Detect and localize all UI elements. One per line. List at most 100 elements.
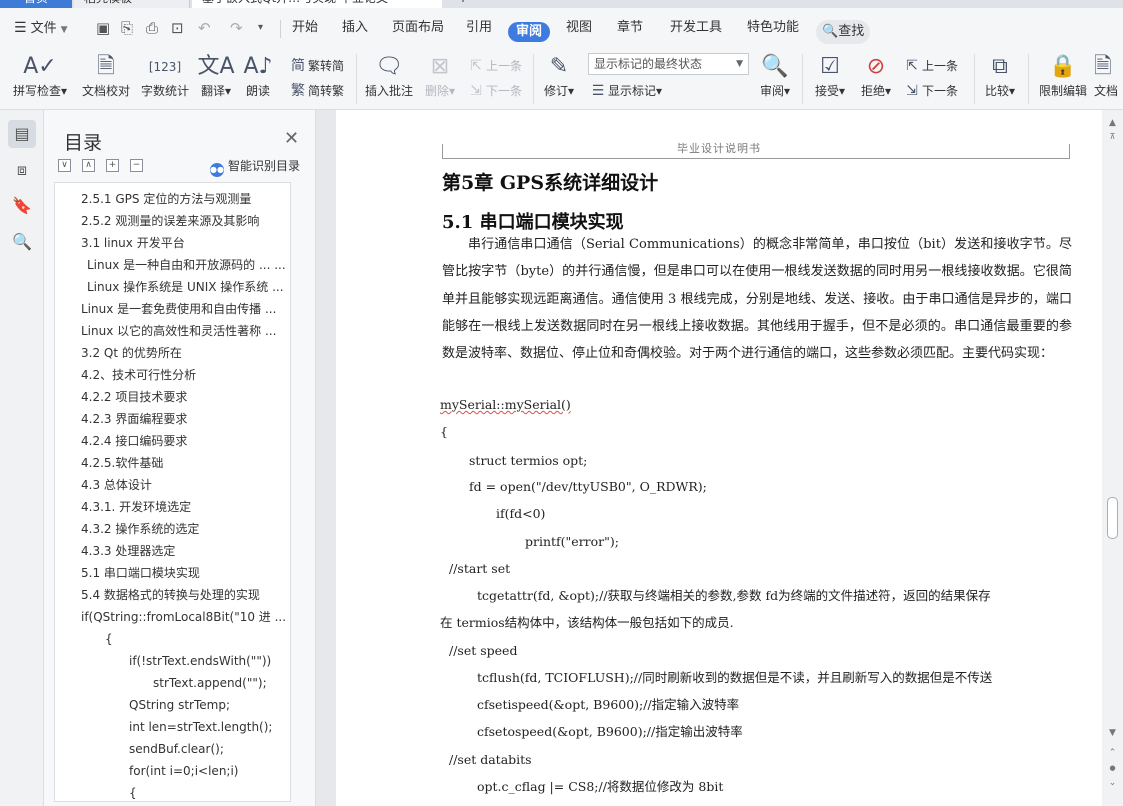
menu-review[interactable]: 审阅 xyxy=(508,22,551,42)
toc-panel: 目录 ✕ ∨ ∧ + − ●● 智能识别目录 2.5.1 GPS 定位的方法与观测… xyxy=(44,110,338,806)
menu-features[interactable]: 特色功能 xyxy=(747,8,799,48)
trad-to-simp-button[interactable]: 简繁转简 xyxy=(290,56,344,76)
compare-icon: ⧉ xyxy=(992,54,1008,79)
toc-item[interactable]: 4.2.2 项目技术要求 xyxy=(81,386,287,408)
prev-page-icon[interactable]: ⌃ xyxy=(1102,748,1123,758)
toc-item[interactable]: 5.4 数据格式的转换与处理的实现 xyxy=(81,584,287,606)
menu-reference[interactable]: 引用 xyxy=(466,8,492,48)
menu-page-layout[interactable]: 页面布局 xyxy=(392,8,444,48)
toc-panel-icon[interactable]: ▤ xyxy=(8,120,36,148)
toc-item[interactable]: { xyxy=(105,628,287,650)
menu-dev-tools[interactable]: 开发工具 xyxy=(670,8,722,48)
prev-comment-button[interactable]: ⇱ 上一条 xyxy=(468,56,522,76)
toc-item[interactable]: 3.1 linux 开发平台 xyxy=(81,232,287,254)
toc-item[interactable]: 4.2.3 界面编程要求 xyxy=(81,408,287,430)
prev-icon: ⇱ xyxy=(470,58,482,74)
scroll-down-icon[interactable]: ▼ xyxy=(1102,728,1123,738)
toc-item[interactable]: 4.2、技术可行性分析 xyxy=(81,364,287,386)
redo-icon[interactable]: ↷ xyxy=(230,8,243,48)
delete-comment-button[interactable]: ⊠ 删除▾ xyxy=(420,52,460,100)
bookmark-icon[interactable]: 🔖 xyxy=(8,192,36,220)
wordcount-button[interactable]: [123] 字数统计 xyxy=(138,52,192,100)
toc-item[interactable]: for(int i=0;i<len;i) xyxy=(129,760,287,782)
toc-item[interactable]: 2.5.2 观测量的误差来源及其影响 xyxy=(81,210,287,232)
review-pane-button[interactable]: 🔍 审阅▾ xyxy=(756,52,794,100)
scroll-top-icon[interactable]: ⊼ xyxy=(1102,132,1123,141)
code-line: cfsetospeed(&opt, B9600);//指定输出波特率 xyxy=(477,724,743,739)
spellcheck-button[interactable]: A✓ 拼写检查▾ xyxy=(10,52,70,100)
toc-item[interactable]: int len=strText.length(); xyxy=(129,716,287,738)
next-revision-button[interactable]: ⇲ 下一条 xyxy=(904,81,958,101)
export-icon[interactable]: ⎘ xyxy=(121,8,133,48)
show-markup-button[interactable]: ☰ 显示标记▾ xyxy=(590,81,662,101)
search-box[interactable]: 🔍查找 xyxy=(816,20,870,44)
toc-item[interactable]: 2.5.1 GPS 定位的方法与观测量 xyxy=(81,188,287,210)
toc-item[interactable]: Linux 是一种自由和开放源码的 ... ... xyxy=(87,254,287,276)
protect-doc-button[interactable]: 🗎 文档 xyxy=(1094,52,1123,100)
select-browse-icon[interactable]: ● xyxy=(1102,764,1123,772)
proofread-button[interactable]: 🗎 文档校对 xyxy=(78,52,134,100)
toc-item[interactable]: Linux 以它的高效性和灵活性著称 ... xyxy=(81,320,287,342)
menu-view[interactable]: 视图 xyxy=(566,8,592,48)
compare-button[interactable]: ⧉ 比较▾ xyxy=(980,52,1020,100)
preview-icon[interactable]: ⊡ xyxy=(171,8,184,48)
toc-item[interactable]: Linux 操作系统是 UNIX 操作系统 ... xyxy=(87,276,287,298)
find-icon[interactable]: 🔍 xyxy=(8,228,36,256)
close-icon[interactable]: ✕ xyxy=(284,128,299,149)
collapse-all-icon[interactable]: ∨ xyxy=(58,159,71,172)
toc-item[interactable]: 4.2.4 接口编码要求 xyxy=(81,430,287,452)
toc-item[interactable]: 4.3.1. 开发环境选定 xyxy=(81,496,287,518)
next-page-icon[interactable]: ⌄ xyxy=(1102,778,1123,788)
toc-item[interactable]: 4.3.2 操作系统的选定 xyxy=(81,518,287,540)
toc-item[interactable]: if(QString::fromLocal8Bit("10 进 ... xyxy=(81,606,287,628)
add-heading-icon[interactable]: + xyxy=(106,159,119,172)
file-menu[interactable]: ☰ 文件 ▼ xyxy=(14,8,68,48)
insert-comment-button[interactable]: 🗨 插入批注 xyxy=(362,52,416,100)
expand-all-icon[interactable]: ∧ xyxy=(82,159,95,172)
quick-access-more-icon[interactable]: ▾ xyxy=(258,8,263,48)
read-aloud-button[interactable]: A♪ 朗读 xyxy=(240,52,276,100)
next-comment-button[interactable]: ⇲ 下一条 xyxy=(468,81,522,101)
proofread-icon: 🗎 xyxy=(97,54,115,79)
scrollbar-thumb[interactable] xyxy=(1107,497,1118,539)
restrict-edit-button[interactable]: 🔒 限制编辑 xyxy=(1036,52,1090,100)
toc-item[interactable]: QString strTemp; xyxy=(129,694,287,716)
simp-char-icon: 繁 xyxy=(291,83,305,99)
toc-item[interactable]: 5.1 串口端口模块实现 xyxy=(81,562,287,584)
chapter-nav-icon[interactable]: ⧈ xyxy=(8,156,36,184)
toc-item[interactable]: strText.append(""); xyxy=(153,672,287,694)
tab-document[interactable]: 基于嵌入式Qt开…与实现 毕业论文 xyxy=(192,0,442,8)
undo-icon[interactable]: ↶ xyxy=(198,8,211,48)
toc-item[interactable]: { xyxy=(129,782,287,801)
remove-heading-icon[interactable]: − xyxy=(130,159,143,172)
prev-revision-button[interactable]: ⇱ 上一条 xyxy=(904,56,958,76)
toc-item[interactable]: 4.2.5.软件基础 xyxy=(81,452,287,474)
next-icon: ⇲ xyxy=(470,83,482,99)
trad-char-icon: 简 xyxy=(291,58,305,74)
toc-item[interactable]: sendBuf.clear(); xyxy=(129,738,287,760)
tab-template[interactable]: 稻壳模板 xyxy=(74,0,190,8)
toc-item[interactable]: 3.2 Qt 的优势所在 xyxy=(81,342,287,364)
code-line: tcflush(fd, TCIOFLUSH);//同时刷新收到的数据但是不读，并… xyxy=(477,670,993,685)
menu-insert[interactable]: 插入 xyxy=(342,8,368,48)
toc-item[interactable]: Linux 是一套免费使用和自由传播 ... xyxy=(81,298,287,320)
markup-state-select[interactable]: 显示标记的最终状态 ▼ xyxy=(588,53,749,75)
toc-list: 2.5.1 GPS 定位的方法与观测量 2.5.2 观测量的误差来源及其影响 3.1… xyxy=(54,182,291,802)
translate-button[interactable]: 文A 翻译▾ xyxy=(196,52,236,100)
simp-to-trad-button[interactable]: 繁简转繁 xyxy=(290,81,344,101)
toc-item[interactable]: 4.3 总体设计 xyxy=(81,474,287,496)
print-icon[interactable]: ⎙ xyxy=(146,8,158,48)
new-tab-button[interactable]: + xyxy=(452,0,474,8)
reject-button[interactable]: ⊘ 拒绝▾ xyxy=(856,52,896,100)
revise-button[interactable]: ✎ 修订▾ xyxy=(538,52,580,100)
toc-item[interactable]: 4.3.3 处理器选定 xyxy=(81,540,287,562)
tab-home[interactable]: 首页 xyxy=(0,0,72,8)
menu-start[interactable]: 开始 xyxy=(292,8,318,48)
save-icon[interactable]: ▣ xyxy=(96,8,110,48)
ai-toc-button[interactable]: ●● 智能识别目录 xyxy=(210,157,300,177)
accept-button[interactable]: ☑ 接受▾ xyxy=(810,52,850,100)
document-scrollbar[interactable]: ▲ ⊼ ▼ ⌃ ● ⌄ xyxy=(1102,110,1123,806)
toc-item[interactable]: if(!strText.endsWith("")) xyxy=(129,650,287,672)
menu-chapter[interactable]: 章节 xyxy=(617,8,643,48)
scroll-up-icon[interactable]: ▲ xyxy=(1102,118,1123,128)
